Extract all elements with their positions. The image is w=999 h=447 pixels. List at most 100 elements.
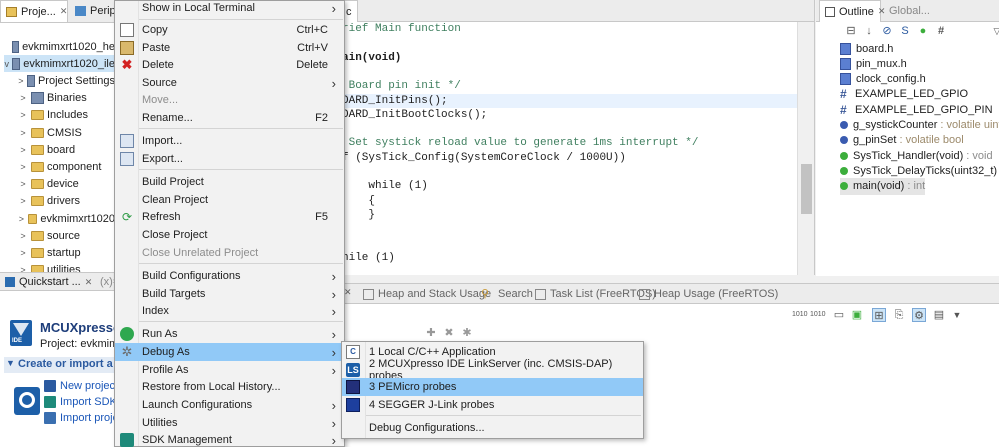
menu-item-label: Index (142, 305, 169, 317)
close-icon[interactable]: ✕ (344, 287, 352, 298)
tree-item[interactable]: > source (18, 227, 114, 244)
chevron-right-icon[interactable]: > (18, 265, 28, 272)
tree-item[interactable]: > startup (18, 244, 114, 261)
submenu-item-debug-configurations[interactable]: Debug Configurations... (342, 419, 643, 437)
section-header[interactable]: ▼ Create or import a p (4, 357, 115, 373)
chevron-right-icon[interactable]: > (18, 196, 28, 206)
tab-label: Perip... (90, 5, 114, 17)
submenu-item-4-segger-j-link-probes[interactable]: 4 SEGGER J-Link probes (342, 396, 643, 414)
close-icon[interactable]: ✕ (60, 6, 68, 17)
tree-item[interactable]: evkmimxrt1020_he (4, 38, 114, 55)
menu-item-utilities[interactable]: Utilities › (115, 414, 344, 432)
editor-scrollbar[interactable] (797, 22, 814, 275)
tree-item[interactable]: > CMSIS (18, 124, 114, 141)
close-icon[interactable]: ✕ (85, 277, 93, 288)
menu-item-launch-configurations[interactable]: Launch Configurations › (115, 396, 344, 414)
tree-item[interactable]: > utilities (18, 262, 114, 272)
menu-item-label: Rename... (142, 112, 193, 124)
remove-icon[interactable]: ✖ (442, 326, 456, 340)
menu-item-move[interactable]: Move... (115, 91, 344, 109)
tab-peripherals[interactable]: Perip... (70, 0, 114, 22)
menu-item-show-in-local-terminal[interactable]: Show in Local Terminal › (115, 0, 344, 17)
chevron-right-icon[interactable]: > (18, 179, 28, 189)
save-icon[interactable]: ▣ (850, 308, 864, 322)
hide-nonpublic-icon[interactable]: ● (916, 24, 930, 38)
tree-item[interactable]: > board (18, 141, 114, 158)
menu-item-source[interactable]: Source › (115, 74, 344, 92)
menu-item-close-unrelated-project[interactable]: Close Unrelated Project (115, 244, 344, 262)
chevron-right-icon[interactable]: > (18, 128, 28, 138)
tree-item[interactable]: v evkmimxrt1020_ile (4, 55, 114, 73)
tab-quickstart[interactable]: Quickstart ... ✕ (0, 273, 97, 291)
menu-item-refresh[interactable]: ⟳ Refresh F5 (115, 208, 344, 226)
tab-search[interactable]: ⚲ Search (476, 284, 538, 304)
hide-static-icon[interactable]: S (898, 24, 912, 38)
menu-item-index[interactable]: Index › (115, 302, 344, 320)
quickstart-action[interactable]: Import proje (44, 412, 115, 424)
menu-item-import[interactable]: Import... (115, 132, 344, 150)
tree-item[interactable]: > evkmimxrt1020 (18, 210, 114, 227)
binary-icon[interactable]: 1010 (792, 308, 808, 322)
menu-item-export[interactable]: Export... (115, 150, 344, 168)
chevron-right-icon[interactable]: > (18, 231, 28, 241)
hide-defines-icon[interactable]: # (934, 24, 948, 38)
tree-item[interactable]: > drivers (18, 193, 114, 210)
menu-item-run-as[interactable]: Run As › (115, 325, 344, 343)
sort-icon[interactable]: ↓ (862, 24, 876, 38)
chevron-right-icon[interactable]: > (18, 248, 28, 258)
tree-item[interactable]: > Project Settings (18, 72, 114, 89)
add-icon[interactable]: ✚ (424, 326, 438, 340)
chevron-right-icon[interactable]: > (18, 76, 24, 86)
tree-item[interactable]: > component (18, 158, 114, 175)
submenu-item-2-mcuxpresso-ide-linkserver-inc-cmsis-dap-probes[interactable]: LS 2 MCUXpresso IDE LinkServer (inc. CMSI… (342, 358, 643, 382)
chevron-right-icon[interactable]: > (18, 93, 28, 103)
menu-item-close-project[interactable]: Close Project (115, 226, 344, 244)
chevron-right-icon[interactable]: > (18, 110, 28, 120)
menu-item-rename[interactable]: Rename... F2 (115, 109, 344, 127)
tree-item[interactable]: > device (18, 176, 114, 193)
quickstart-action[interactable]: New project (44, 380, 115, 392)
menu-item-debug-as[interactable]: ✲ Debug As › (115, 343, 344, 361)
submenu-item-3-pemicro-probes[interactable]: 3 PEMicro probes (342, 378, 643, 396)
tab-project-explorer[interactable]: Proje... ✕ (0, 0, 68, 22)
collapse-all-icon[interactable]: ⊟ (844, 24, 858, 38)
remove-all-icon[interactable]: ✱ (460, 326, 474, 340)
scrollbar-thumb[interactable] (801, 164, 812, 214)
tab-variables[interactable]: (x)= (95, 273, 115, 291)
tree-item[interactable]: > Includes (18, 107, 114, 124)
hide-fields-icon[interactable]: ⊘ (880, 24, 894, 38)
menu-item-delete[interactable]: ✖ Delete Delete (115, 56, 344, 74)
menu-item-build-targets[interactable]: Build Targets › (115, 285, 344, 303)
link-icon[interactable]: ⚙ (912, 308, 926, 322)
pin-icon[interactable]: ⊞ (872, 308, 886, 322)
menu-item-profile-as[interactable]: Profile As › (115, 361, 344, 379)
chevron-right-icon[interactable]: > (18, 214, 25, 224)
quickstart-action[interactable]: Import SDK (44, 396, 115, 408)
menu-item-sdk-management[interactable]: SDK Management › (115, 431, 344, 447)
view-menu-icon[interactable]: ▽ (990, 24, 999, 38)
view-menu-icon[interactable]: ▼ (950, 308, 964, 322)
chevron-right-icon[interactable]: > (18, 162, 28, 172)
clear-icon[interactable]: ▭ (832, 308, 846, 322)
menu-item-build-project[interactable]: Build Project (115, 173, 344, 191)
menu-item-build-configurations[interactable]: Build Configurations › (115, 267, 344, 285)
export-view-icon[interactable]: ⎘ (892, 308, 906, 322)
tab-global-variables[interactable]: Global... (884, 0, 935, 22)
binary-alt-icon[interactable]: 1010 (810, 308, 826, 322)
chevron-right-icon[interactable]: > (18, 145, 28, 155)
outline-name: clock_config.h (856, 73, 926, 86)
menu-item-clean-project[interactable]: Clean Project (115, 191, 344, 209)
menu-item-paste[interactable]: Paste Ctrl+V (115, 39, 344, 57)
project-icon (12, 57, 21, 70)
tab-outline[interactable]: Outline ✕ (819, 0, 885, 22)
tree-item[interactable]: > Binaries (18, 90, 114, 107)
outline-item[interactable]: main(void) : int (840, 177, 926, 195)
chevron-down-icon[interactable]: v (4, 59, 9, 69)
section-label: Create or import a p (18, 358, 115, 370)
display-icon[interactable]: ▤ (932, 308, 946, 322)
tab-heap-usage[interactable]: Heap Usage (FreeRTOS) (634, 284, 783, 304)
menu-item-copy[interactable]: Copy Ctrl+C (115, 21, 344, 39)
heap-usage-icon (639, 288, 650, 300)
menu-item-label: Delete (142, 59, 174, 71)
menu-item-restore-from-local-history[interactable]: Restore from Local History... (115, 378, 344, 396)
